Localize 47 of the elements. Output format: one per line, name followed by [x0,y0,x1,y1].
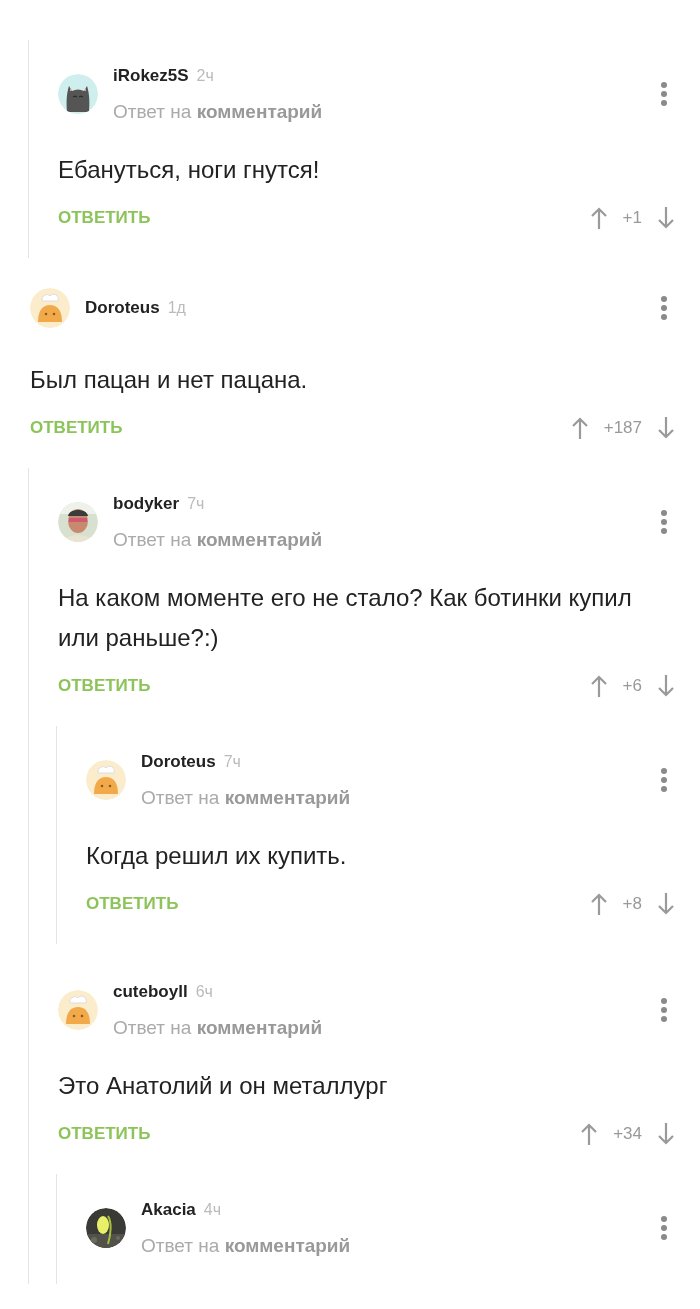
reply-link[interactable]: ОТВЕТИТЬ [30,418,123,438]
username[interactable]: cuteboyll [113,982,188,1002]
comment-text: Это Анатолий и он металлург [58,1071,389,1101]
reply-to-label[interactable]: Ответ на комментарий [113,522,645,558]
rating: +1 [622,208,642,228]
reply-to-label[interactable]: Ответ на комментарий [141,780,645,816]
comment-text: На каком моменте его не стало? Как ботинки купил или раньше?:) [58,583,633,653]
timestamp: 4ч [203,1201,222,1219]
cat-avatar-icon[interactable] [58,74,98,114]
comment-text: Был пацан и нет пацана. [30,365,309,395]
reply-to-label[interactable]: Ответ на комментарий [141,1228,645,1264]
more-options-icon[interactable] [660,81,668,107]
username[interactable]: Doroteus [85,298,160,318]
rating: +8 [622,894,642,914]
reply-link[interactable]: ОТВЕТИТЬ [86,894,179,914]
username[interactable]: Akacia [141,1200,196,1220]
timestamp: 7ч [187,495,205,513]
username[interactable]: bodyker [113,494,180,514]
rating: +187 [603,418,642,438]
downvote-arrow-icon[interactable] [656,1122,676,1146]
rating: +34 [613,1124,642,1144]
reply-link[interactable]: ОТВЕТИТЬ [58,1124,151,1144]
rating: +6 [622,676,642,696]
bun-avatar-icon[interactable] [30,288,70,328]
bun-avatar-icon[interactable] [58,990,98,1030]
timestamp: 6ч [195,983,213,1001]
username[interactable]: Doroteus [141,752,216,772]
more-options-icon[interactable] [660,1215,668,1241]
downvote-arrow-icon[interactable] [656,416,676,440]
downvote-arrow-icon[interactable] [656,892,676,916]
comment-text: Ебануться, ноги гнутся! [58,155,321,185]
more-options-icon[interactable] [660,767,668,793]
timestamp: 7ч [223,753,241,771]
bun-avatar-icon[interactable] [86,760,126,800]
username[interactable]: iRokez5S [113,66,189,86]
more-options-icon[interactable] [660,997,668,1023]
reply-to-label[interactable]: Ответ на комментарий [113,1010,645,1046]
more-options-icon[interactable] [660,295,668,321]
timestamp: 2ч [196,67,214,85]
downvote-arrow-icon[interactable] [656,674,676,698]
reply-link[interactable]: ОТВЕТИТЬ [58,676,151,696]
reply-to-label[interactable]: Ответ на комментарий [113,94,645,130]
comment-text: Когда решил их купить. [86,841,348,871]
downvote-arrow-icon[interactable] [656,206,676,230]
reply-link[interactable]: ОТВЕТИТЬ [58,208,151,228]
timestamp: 1д [167,299,186,317]
more-options-icon[interactable] [660,509,668,535]
